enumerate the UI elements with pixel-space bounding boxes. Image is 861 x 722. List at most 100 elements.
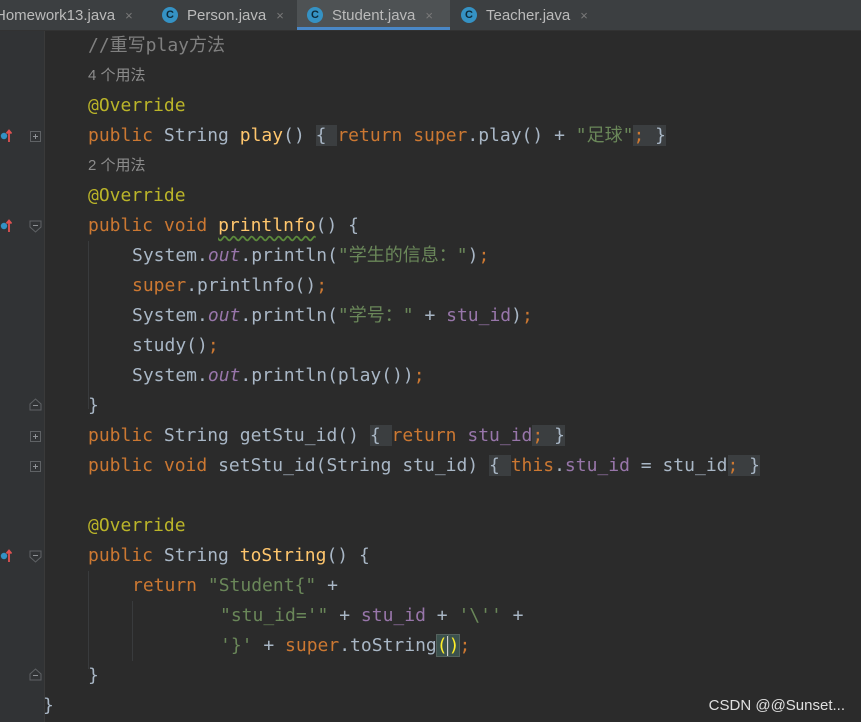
watermark: CSDN @@Sunset...	[708, 697, 845, 714]
code-line-close-brace[interactable]: }	[88, 661, 99, 691]
string-literal: "学号："	[337, 305, 414, 326]
folded-region[interactable]: {	[315, 125, 338, 146]
tab-label: Teacher.java	[486, 6, 571, 24]
field-ref: stu_id	[446, 305, 512, 326]
java-class-icon: C	[461, 7, 477, 23]
keyword: public	[88, 545, 154, 566]
tab-person[interactable]: C Person.java ×	[162, 0, 295, 30]
char-literal: '\''	[458, 605, 502, 626]
close-icon[interactable]: ×	[125, 8, 133, 23]
keyword: super	[413, 125, 468, 146]
string-literal: "足球"	[575, 125, 634, 146]
folded-region[interactable]: }	[543, 425, 565, 446]
method-call: .println(play())	[240, 365, 414, 386]
keyword: public	[88, 455, 154, 476]
method-call: .toString	[339, 635, 437, 656]
string-literal: "Student{"	[207, 575, 317, 596]
override-method-icon[interactable]	[0, 128, 12, 144]
code-line-play-method[interactable]: public String play() { return super.play…	[88, 121, 666, 151]
type: String	[163, 125, 229, 146]
code-line-printinfo-decl[interactable]: public void printlnfo() {	[88, 211, 359, 241]
keyword: return	[337, 125, 403, 146]
java-class-icon: C	[162, 7, 178, 23]
keyword: this	[510, 455, 555, 476]
code-line-tostring-decl[interactable]: public String toString() {	[88, 541, 370, 571]
field-ref: stu_id	[360, 605, 426, 626]
tab-student[interactable]: C Student.java ×	[297, 0, 450, 30]
keyword: return	[391, 425, 457, 446]
fold-end-icon[interactable]	[29, 398, 42, 411]
indent-guide	[88, 571, 89, 669]
override-method-icon[interactable]	[0, 218, 12, 234]
code-line-comment[interactable]: //重写play方法	[88, 31, 225, 61]
keyword: super	[132, 275, 187, 296]
folded-region[interactable]: }	[738, 455, 761, 476]
code-line-getter[interactable]: public String getStu_id() { return stu_i…	[88, 421, 565, 451]
fold-collapse-icon[interactable]	[29, 220, 42, 233]
method-name: play	[239, 125, 284, 146]
usages-hint-text: 2 个用法	[88, 157, 146, 174]
parameters: (String stu_id)	[315, 455, 479, 476]
method-call: study()	[132, 335, 208, 356]
code-line-print-stuid[interactable]: System.out.println("学号：" + stu_id);	[132, 301, 533, 331]
indent-guide	[132, 601, 133, 661]
code-line-annotation[interactable]: @Override	[88, 91, 186, 121]
code-line-setter[interactable]: public void setStu_id(String stu_id) { t…	[88, 451, 761, 481]
code-line-return-student[interactable]: return "Student{" +	[132, 571, 338, 601]
code-line-super-tostring[interactable]: '}' + super.toString();	[220, 631, 470, 661]
fold-expand-icon[interactable]	[30, 431, 41, 442]
indent-guide	[88, 241, 89, 409]
keyword: public	[88, 125, 154, 146]
param-ref: stu_id	[662, 455, 728, 476]
tab-teacher[interactable]: C Teacher.java ×	[461, 0, 601, 30]
code-line-print-play[interactable]: System.out.println(play());	[132, 361, 425, 391]
usages-hint[interactable]: 4 个用法	[88, 61, 146, 91]
static-field: out	[207, 365, 241, 386]
type: String	[163, 425, 229, 446]
code-line-close-brace[interactable]: }	[88, 391, 99, 421]
code-line-class-close[interactable]: }	[43, 691, 54, 721]
field-ref: stu_id	[564, 455, 630, 476]
gutter-divider	[44, 31, 45, 722]
keyword: super	[285, 635, 340, 656]
override-method-icon[interactable]	[0, 548, 12, 564]
keyword: void	[163, 455, 208, 476]
code-line-annotation[interactable]: @Override	[88, 181, 186, 211]
close-icon[interactable]: ×	[580, 8, 588, 23]
tab-homework13[interactable]: Homework13.java ×	[0, 0, 151, 30]
code-line-super-printinfo[interactable]: super.printlnfo();	[132, 271, 327, 301]
folded-region[interactable]: {	[489, 455, 511, 476]
class-ref: System.	[132, 305, 208, 326]
method-name: toString	[239, 545, 327, 566]
close-icon[interactable]: ×	[276, 8, 284, 23]
keyword: public	[88, 425, 154, 446]
fold-expand-icon[interactable]	[30, 131, 41, 142]
matched-paren: )	[447, 634, 461, 657]
method-name: getStu_id	[239, 425, 338, 446]
folded-region[interactable]: }	[644, 125, 666, 146]
string-literal: "学生的信息："	[337, 245, 468, 266]
code-line-study[interactable]: study();	[132, 331, 219, 361]
type: String	[163, 545, 229, 566]
close-icon[interactable]: ×	[425, 8, 433, 23]
tab-label: Homework13.java	[0, 6, 116, 24]
static-field: out	[207, 245, 241, 266]
code-line-stuid-concat[interactable]: "stu_id='" + stu_id + '\'' +	[220, 601, 523, 631]
folded-region[interactable]: {	[369, 425, 392, 446]
code-line-annotation[interactable]: @Override	[88, 511, 186, 541]
method-call: .println(	[240, 305, 338, 326]
code-line-print-info[interactable]: System.out.println("学生的信息：");	[132, 241, 489, 271]
field-ref: stu_id	[467, 425, 533, 446]
static-field: out	[207, 305, 241, 326]
keyword: public	[88, 215, 154, 236]
method-call: .printlnfo()	[186, 275, 317, 296]
semicolon: ;	[727, 455, 739, 476]
usages-hint[interactable]: 2 个用法	[88, 151, 146, 181]
fold-end-icon[interactable]	[29, 668, 42, 681]
fold-expand-icon[interactable]	[30, 461, 41, 472]
fold-collapse-icon[interactable]	[29, 550, 42, 563]
method-call: .play() +	[467, 125, 576, 146]
keyword: void	[163, 215, 208, 236]
char-literal: '}'	[220, 635, 253, 656]
editor-tab-bar: Homework13.java × C Person.java × C Stud…	[0, 0, 861, 31]
